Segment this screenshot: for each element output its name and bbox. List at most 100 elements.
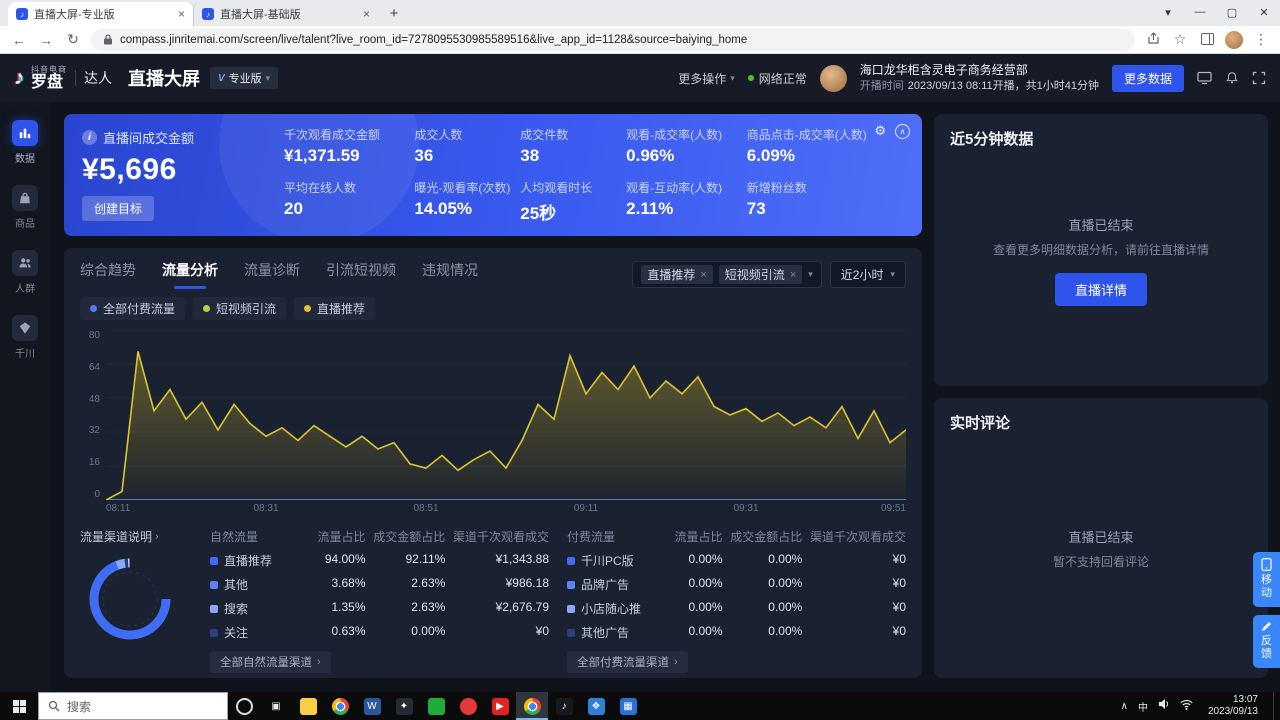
back-button[interactable]: ← bbox=[10, 32, 28, 48]
filter-chip[interactable]: 短视频引流 × bbox=[719, 265, 802, 284]
tab-favicon-icon: ♪ bbox=[202, 8, 214, 20]
ime-indicator[interactable]: 中 bbox=[1138, 699, 1148, 714]
chevron-down-icon: ▾ bbox=[808, 269, 813, 280]
minimize-button[interactable]: — bbox=[1184, 6, 1216, 18]
taskbar-app-photos[interactable]: ❖ bbox=[580, 692, 612, 720]
remove-chip-icon[interactable]: × bbox=[700, 269, 706, 281]
taskbar-app-word[interactable]: W bbox=[356, 692, 388, 720]
banner-tools: ⚙ ∧ bbox=[874, 123, 910, 139]
new-tab-button[interactable]: + bbox=[382, 2, 406, 24]
taskbar-app-file-explorer[interactable] bbox=[292, 692, 324, 720]
maximize-button[interactable]: ▢ bbox=[1216, 6, 1248, 19]
column-header: 渠道千次观看成交 bbox=[445, 528, 549, 545]
app-header: ♪ 抖音电商 罗盘 达人 直播大屏 V 专业版 ▾ 更多操作 ▾ 网络正常 bbox=[0, 54, 1280, 102]
chevron-down-icon: ▾ bbox=[266, 73, 271, 84]
tab-overall-trend[interactable]: 综合趋势 bbox=[80, 260, 136, 289]
legend-item-paid[interactable]: 全部付费流量 bbox=[80, 297, 185, 320]
tray-expand-icon[interactable]: ∧ bbox=[1121, 701, 1128, 712]
sidebar-item-audience[interactable]: 人群 bbox=[12, 250, 38, 295]
taskbar-app-chrome[interactable] bbox=[324, 692, 356, 720]
metric-value: 20 bbox=[284, 199, 406, 219]
tab-close-icon[interactable]: × bbox=[178, 7, 185, 21]
show-desktop-button[interactable] bbox=[1273, 692, 1278, 720]
mobile-button[interactable]: 移动 bbox=[1253, 552, 1280, 607]
info-icon[interactable]: i bbox=[82, 130, 97, 145]
browser-tab-2[interactable]: ♪ 直播大屏-基础版 × bbox=[193, 2, 378, 26]
version-label: 专业版 bbox=[229, 70, 262, 86]
windows-logo-icon bbox=[13, 700, 26, 713]
time-range-select[interactable]: 近2小时 ▾ bbox=[830, 261, 906, 288]
tab-search-icon[interactable]: ▾ bbox=[1152, 6, 1184, 19]
collapse-icon[interactable]: ∧ bbox=[895, 124, 910, 139]
create-goal-button[interactable]: 创建目标 bbox=[82, 196, 154, 221]
traffic-share: 3.68% bbox=[310, 576, 366, 593]
tab-short-video[interactable]: 引流短视频 bbox=[326, 260, 396, 289]
browser-menu-icon[interactable]: ⋮ bbox=[1252, 31, 1270, 48]
sidebar-item-qianchuan[interactable]: 千川 bbox=[12, 315, 38, 360]
channel-bullet bbox=[210, 605, 218, 613]
feedback-button[interactable]: 反馈 bbox=[1253, 615, 1280, 668]
channel-name: 关注 bbox=[224, 624, 248, 641]
share-icon[interactable] bbox=[1144, 32, 1162, 48]
reload-button[interactable]: ↻ bbox=[64, 31, 82, 48]
tab-traffic-diagnosis[interactable]: 流量诊断 bbox=[244, 260, 300, 289]
live-detail-button[interactable]: 直播详情 bbox=[1055, 273, 1147, 306]
channel-filter-select[interactable]: 直播推荐 × 短视频引流 × ▾ bbox=[632, 261, 821, 288]
chart-legend: 全部付费流量 短视频引流 直播推荐 bbox=[80, 297, 906, 320]
taskbar-app-remote-desktop[interactable]: ▦ bbox=[612, 692, 644, 720]
taskbar-app-chrome-active[interactable] bbox=[516, 692, 548, 720]
url-text: compass.jinritemai.com/screen/live/talen… bbox=[120, 34, 747, 46]
taskbar-app-task-view[interactable]: ▣ bbox=[260, 692, 292, 720]
legend-label: 全部付费流量 bbox=[103, 300, 175, 317]
tab-close-icon[interactable]: × bbox=[363, 7, 370, 21]
close-button[interactable]: ✕ bbox=[1248, 6, 1280, 19]
taskbar-app-youtube[interactable]: ▶ bbox=[484, 692, 516, 720]
url-bar[interactable]: compass.jinritemai.com/screen/live/talen… bbox=[91, 29, 1135, 51]
side-panel-icon[interactable] bbox=[1198, 32, 1216, 48]
natural-traffic-table: 自然流量 流量占比 成交金额占比 渠道千次观看成交 直播推荐 94.00% 92… bbox=[210, 528, 549, 666]
legend-item-short-video[interactable]: 短视频引流 bbox=[193, 297, 286, 320]
taskbar-app-app-black[interactable]: ♪ bbox=[548, 692, 580, 720]
more-actions-menu[interactable]: 更多操作 ▾ bbox=[678, 70, 735, 87]
taskbar-app-wechat[interactable] bbox=[420, 692, 452, 720]
tab-violations[interactable]: 违规情况 bbox=[422, 260, 478, 289]
app-black-icon: ♪ bbox=[556, 698, 573, 715]
screen-cast-icon[interactable] bbox=[1197, 71, 1212, 85]
taskbar-search[interactable]: 搜索 bbox=[38, 692, 228, 720]
bell-icon[interactable] bbox=[1225, 71, 1239, 85]
tab-traffic-analysis[interactable]: 流量分析 bbox=[162, 260, 218, 289]
browser-profile-avatar[interactable] bbox=[1225, 31, 1243, 49]
fullscreen-icon[interactable] bbox=[1252, 71, 1266, 85]
gmv-share: 92.11% bbox=[366, 552, 446, 569]
start-button[interactable] bbox=[0, 692, 38, 720]
metric-label: 千次观看成交金额 bbox=[284, 126, 406, 143]
metric-value: 25秒 bbox=[520, 199, 618, 224]
column-header: 流量占比 bbox=[667, 528, 723, 545]
all-paid-channels-button[interactable]: 全部付费流量渠道 › bbox=[567, 651, 688, 673]
taskbar-app-app-red[interactable] bbox=[452, 692, 484, 720]
remove-chip-icon[interactable]: × bbox=[790, 269, 796, 281]
filter-chip[interactable]: 直播推荐 × bbox=[641, 265, 712, 284]
forward-button[interactable]: → bbox=[37, 32, 55, 48]
version-badge[interactable]: V 专业版 ▾ bbox=[210, 67, 278, 89]
metric-label: 平均在线人数 bbox=[284, 179, 406, 196]
taskbar-clock[interactable]: 13:07 2023/09/13 bbox=[1203, 694, 1263, 718]
sidebar-item-data[interactable]: 数据 bbox=[12, 120, 38, 165]
legend-item-live-recommend[interactable]: 直播推荐 bbox=[294, 297, 375, 320]
all-natural-channels-button[interactable]: 全部自然流量渠道 › bbox=[210, 651, 331, 673]
network-icon[interactable] bbox=[1180, 697, 1193, 715]
taskbar-app-cortana[interactable] bbox=[228, 692, 260, 720]
browser-tab-active[interactable]: ♪ 直播大屏-专业版 × bbox=[8, 2, 193, 26]
taskbar-app-app-dark[interactable]: ✦ bbox=[388, 692, 420, 720]
banner-metrics-grid: 千次观看成交金额¥1,371.59 成交人数36 成交件数38 观看-成交率(人… bbox=[284, 128, 904, 222]
chart-plot-area[interactable]: 08:11 08:31 08:51 09:11 09:31 09:51 bbox=[106, 330, 906, 518]
channel-explain-link[interactable]: 流量渠道说明 › bbox=[80, 528, 192, 545]
more-data-button[interactable]: 更多数据 bbox=[1112, 65, 1184, 92]
volume-icon[interactable] bbox=[1158, 697, 1170, 715]
bookmark-star-icon[interactable]: ☆ bbox=[1171, 31, 1189, 48]
channel-row-label: 品牌广告 bbox=[567, 576, 667, 593]
shop-avatar[interactable] bbox=[820, 65, 847, 92]
gmv-share: 2.63% bbox=[366, 576, 446, 593]
gear-icon[interactable]: ⚙ bbox=[874, 123, 886, 139]
sidebar-item-products[interactable]: 商品 bbox=[12, 185, 38, 230]
